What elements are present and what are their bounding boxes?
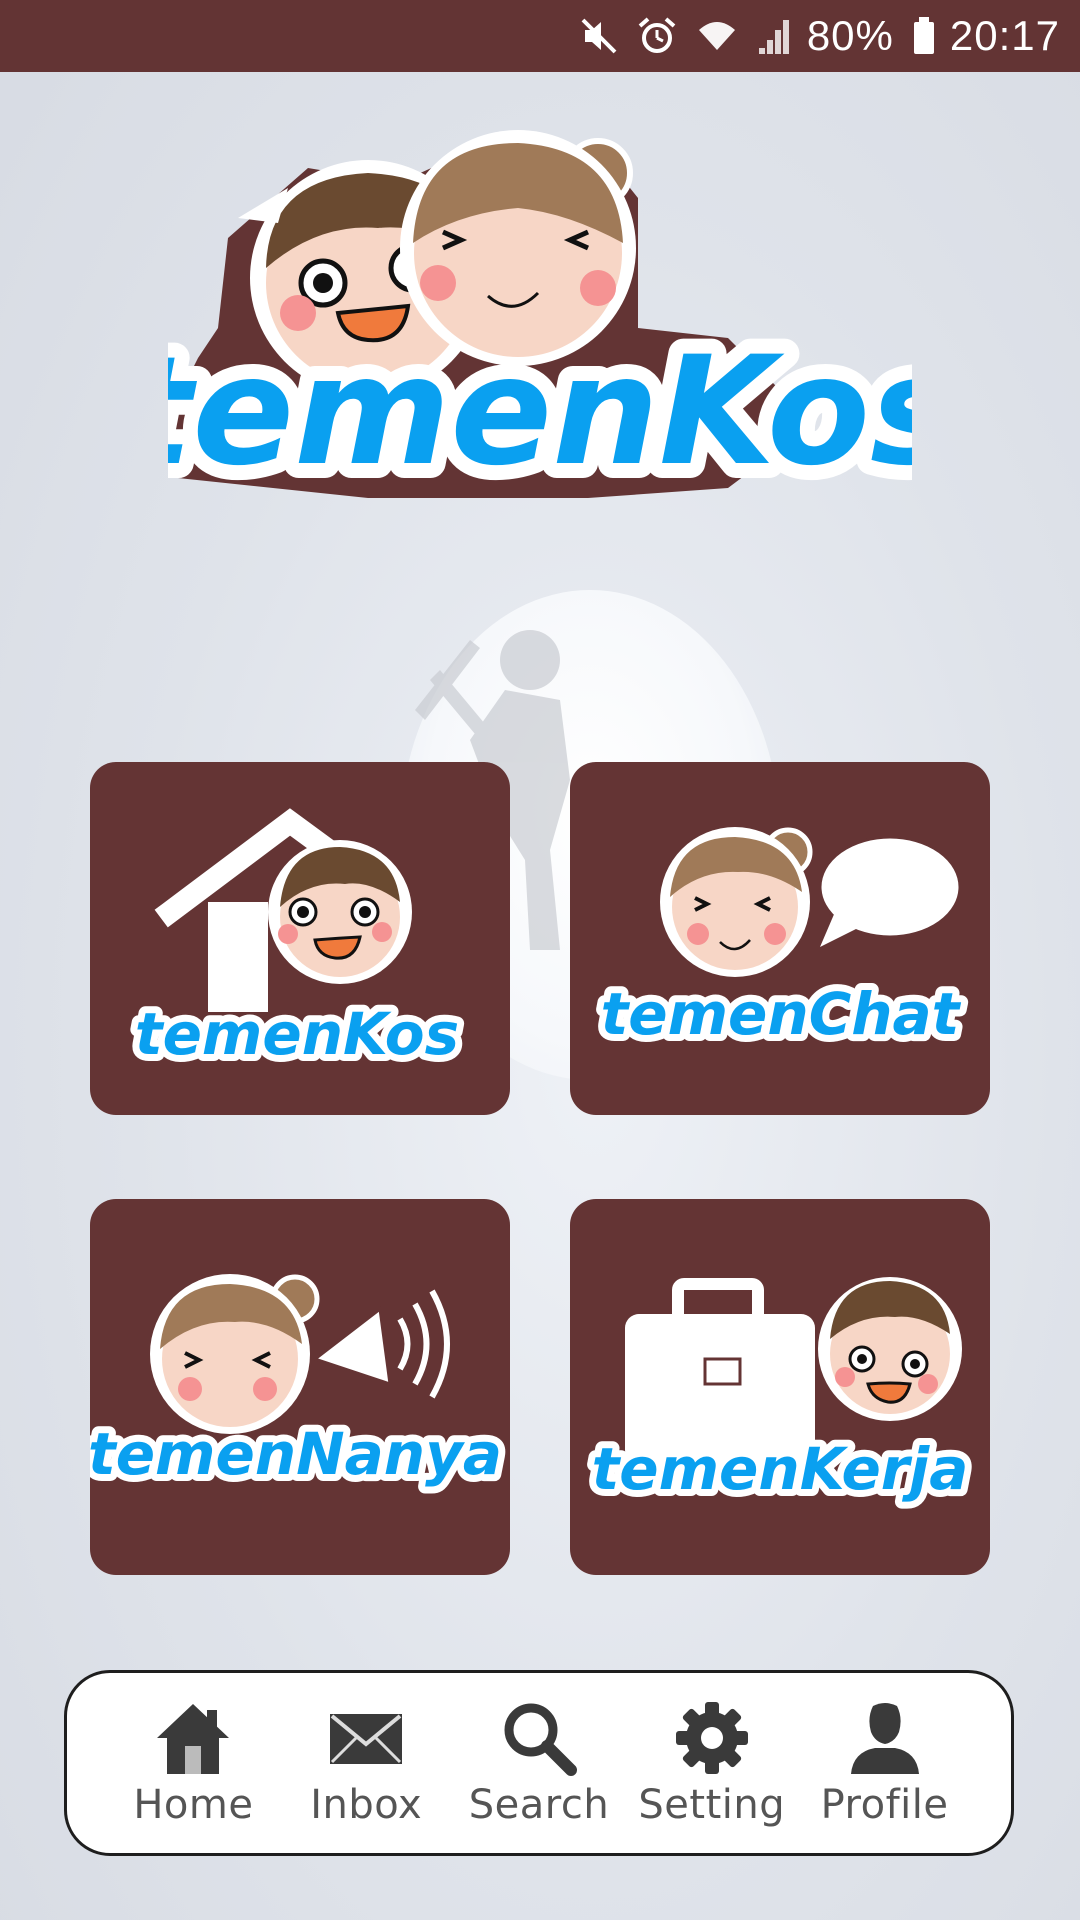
- search-icon: [504, 1703, 577, 1776]
- bottom-navigation: Home Inbox Search Setting Profile: [64, 1670, 1014, 1856]
- tile-label: temenNanya: [90, 1420, 502, 1488]
- nav-item-profile[interactable]: Profile: [805, 1698, 965, 1828]
- nav-label-search: Search: [468, 1782, 610, 1828]
- menu-tile-temennanya[interactable]: temenNanya temenNanya: [90, 1199, 510, 1575]
- gear-icon: [675, 1702, 748, 1774]
- nav-item-search[interactable]: Search: [459, 1698, 619, 1828]
- temenkos-logo: temenKos temenKos: [168, 130, 912, 514]
- signal-icon: [757, 16, 793, 56]
- nav-label-inbox: Inbox: [310, 1782, 423, 1828]
- menu-tile-temenchat[interactable]: temenChat temenChat: [570, 762, 990, 1115]
- nav-label-setting: Setting: [638, 1782, 786, 1828]
- mute-icon: [579, 16, 619, 56]
- menu-tile-temenkerja[interactable]: temenKerja temenKerja: [570, 1199, 990, 1575]
- nav-item-home[interactable]: Home: [113, 1698, 273, 1828]
- envelope-icon: [330, 1714, 403, 1764]
- girl-speech-bubble-icon: temenChat temenChat: [594, 827, 969, 1055]
- house-boy-icon: temenKos temenKos: [128, 808, 466, 1075]
- tile-label: temenChat: [601, 980, 962, 1048]
- status-bar: 80% 20:17: [0, 0, 1080, 72]
- nav-item-setting[interactable]: Setting: [632, 1698, 792, 1828]
- girl-megaphone-icon: temenNanya temenNanya: [90, 1274, 509, 1495]
- home-icon: [157, 1704, 230, 1774]
- person-icon: [850, 1703, 919, 1774]
- battery-icon: [912, 16, 936, 56]
- clock: 20:17: [949, 12, 1060, 59]
- menu-tile-temenkos[interactable]: temenKos temenKos: [90, 762, 510, 1115]
- logo-wordmark: temenKos: [168, 325, 912, 499]
- nav-item-inbox[interactable]: Inbox: [286, 1698, 446, 1828]
- tile-label: temenKerja: [592, 1435, 969, 1503]
- nav-label-home: Home: [133, 1782, 254, 1828]
- alarm-icon: [637, 16, 677, 56]
- battery-percent: 80%: [806, 12, 894, 59]
- tile-label: temenKos: [135, 1000, 459, 1068]
- wifi-icon: [695, 16, 739, 56]
- nav-label-profile: Profile: [820, 1782, 949, 1828]
- briefcase-boy-icon: temenKerja temenKerja: [585, 1277, 975, 1510]
